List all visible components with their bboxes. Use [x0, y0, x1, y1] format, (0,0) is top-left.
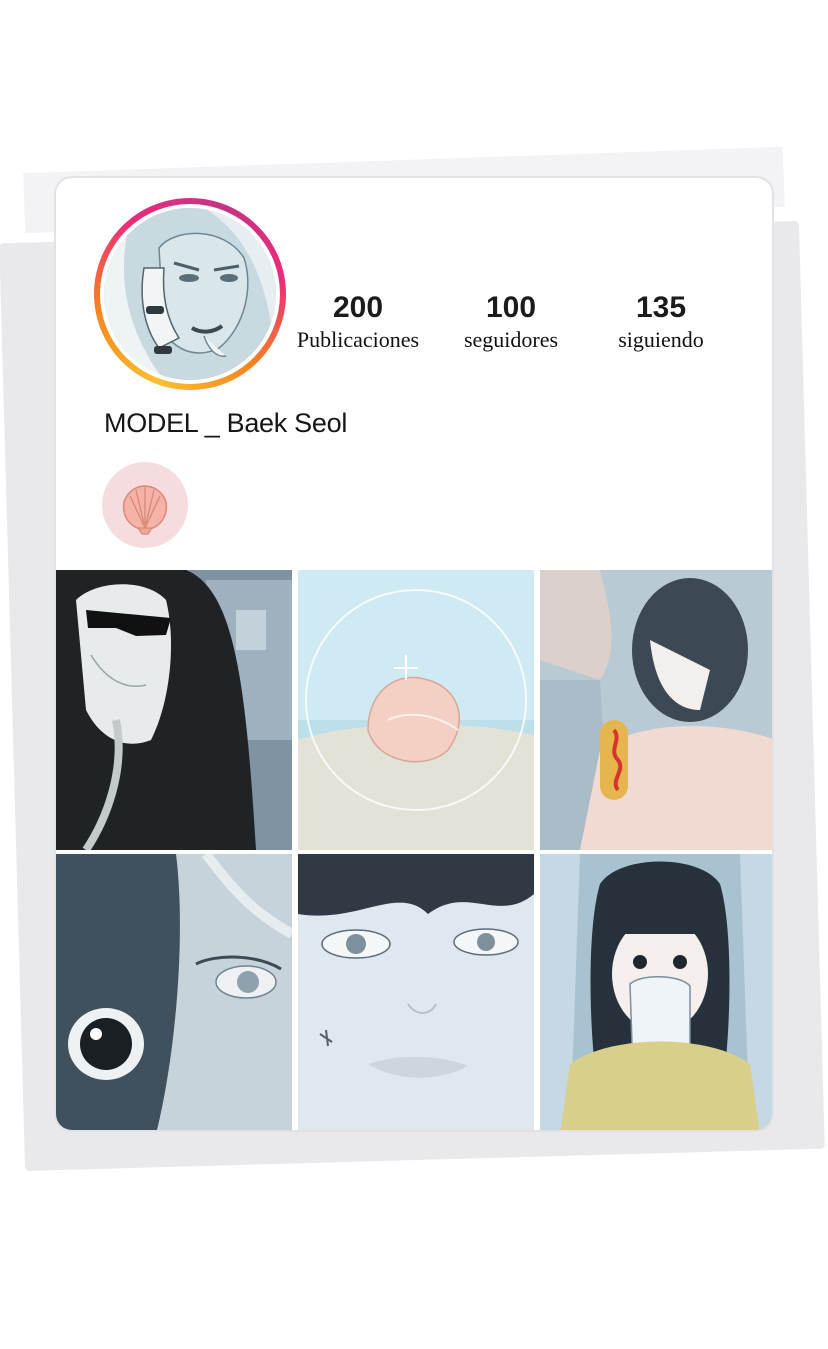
seashell-on-sand-image	[298, 570, 534, 850]
post-tile-6[interactable]	[540, 854, 772, 1130]
profile-username: MODEL _ Baek Seol	[104, 408, 348, 438]
post-tile-4[interactable]	[56, 854, 292, 1130]
posts-label: Publicaciones	[296, 327, 420, 352]
posts-stat[interactable]: 200 Publicaciones	[288, 290, 428, 354]
posts-grid	[56, 570, 772, 1130]
closeup-eyes-image	[56, 854, 292, 1130]
profile-avatar-illustration	[104, 208, 276, 380]
avatar[interactable]	[104, 208, 276, 380]
post-tile-2[interactable]	[298, 570, 534, 850]
post-tile-1[interactable]	[56, 570, 292, 850]
following-count: 135	[635, 291, 687, 324]
following-label: siguiendo	[618, 327, 704, 352]
seashell-icon	[122, 485, 168, 535]
avatar-story-ring[interactable]	[94, 198, 286, 390]
girl-with-corndog-image	[540, 570, 772, 850]
profile-card: 200 Publicaciones 100 seguidores 135 sig…	[54, 176, 774, 1132]
followers-label: seguidores	[463, 327, 559, 352]
boy-face-closeup-image	[298, 854, 534, 1130]
girl-covering-mouth-image	[540, 854, 772, 1130]
post-tile-3[interactable]	[540, 570, 772, 850]
followers-stat[interactable]: 100 seguidores	[444, 290, 578, 354]
following-stat[interactable]: 135 siguiendo	[596, 290, 726, 354]
story-highlight[interactable]	[102, 462, 188, 548]
post-tile-5[interactable]	[298, 854, 534, 1130]
hooded-man-sunglasses-image	[56, 570, 292, 850]
followers-count: 100	[485, 291, 537, 324]
posts-count: 200	[332, 291, 384, 324]
